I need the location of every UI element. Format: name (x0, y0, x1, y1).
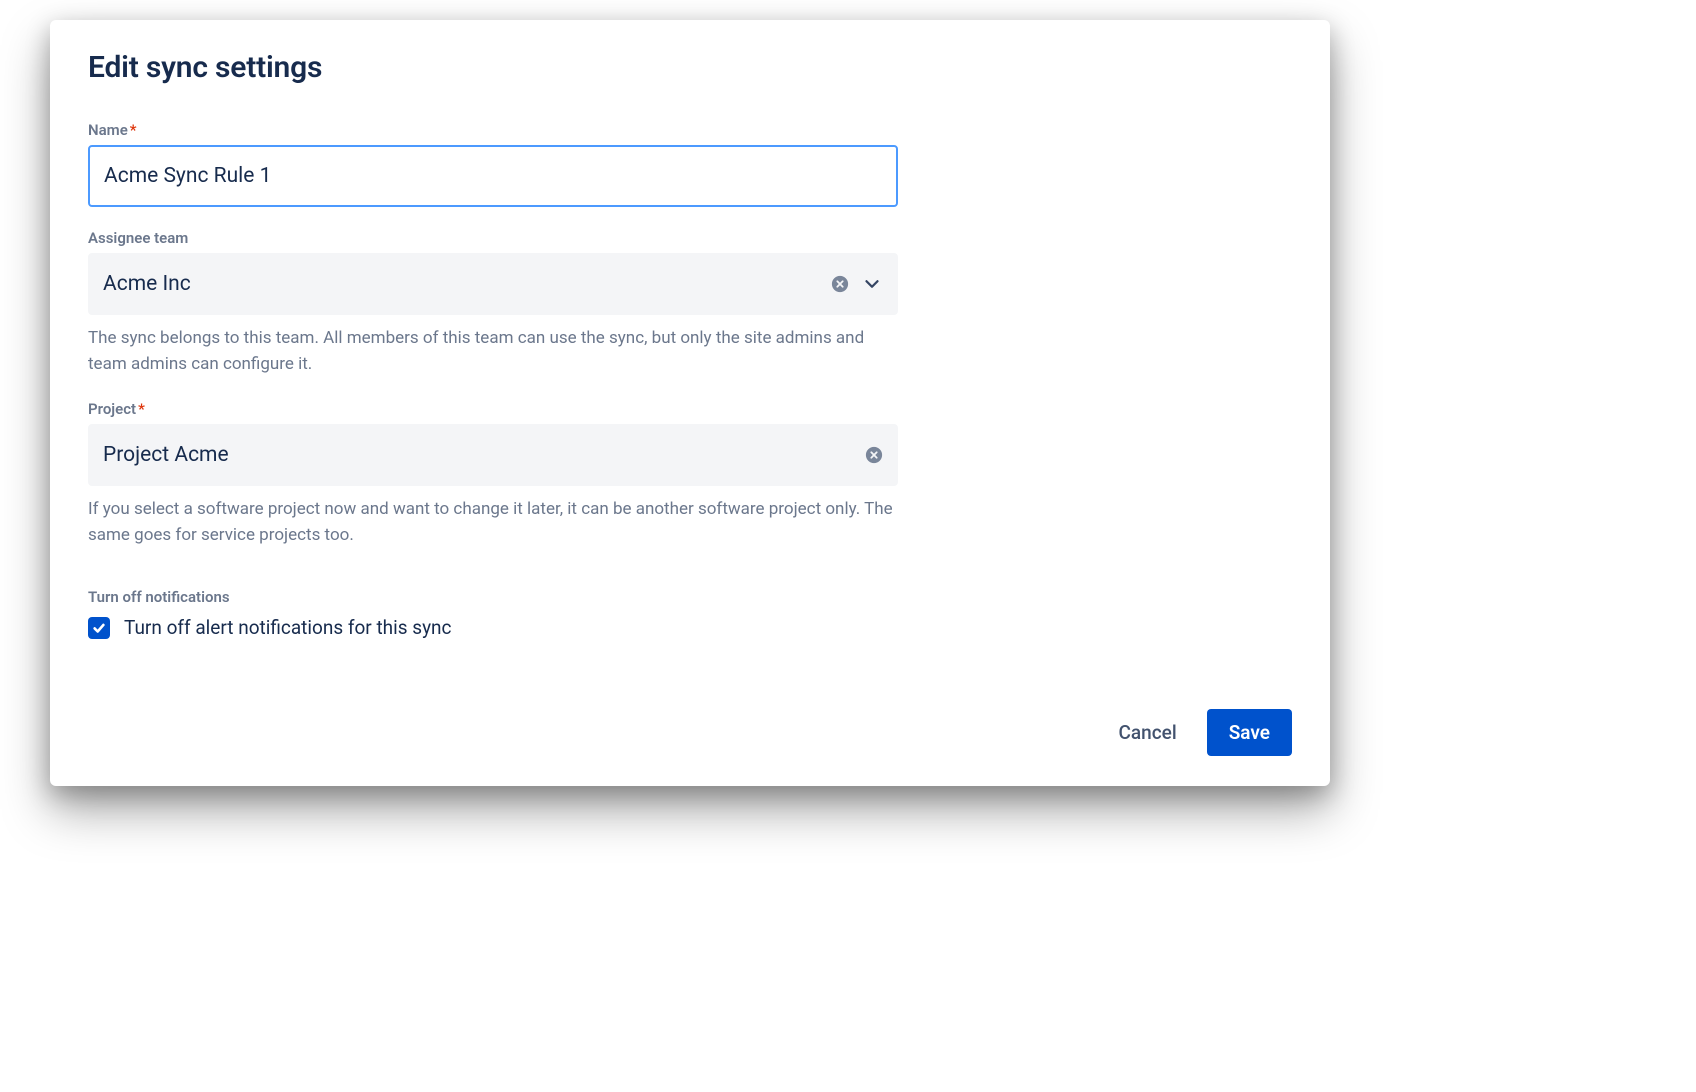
save-button[interactable]: Save (1207, 709, 1292, 756)
notifications-section-label: Turn off notifications (88, 588, 898, 606)
required-marker: * (130, 121, 137, 139)
assignee-select-icons (831, 273, 883, 295)
required-marker: * (138, 400, 145, 418)
assignee-team-value: Acme Inc (103, 272, 831, 296)
name-field: Name* (88, 121, 898, 207)
assignee-team-select[interactable]: Acme Inc (88, 253, 898, 315)
project-label-text: Project (88, 400, 136, 418)
project-field: Project* Project Acme If you select a so… (88, 400, 898, 549)
project-value: Project Acme (103, 443, 865, 467)
cancel-button[interactable]: Cancel (1111, 711, 1185, 754)
notifications-checkbox[interactable] (88, 617, 110, 639)
project-select-icons (865, 446, 883, 464)
check-icon (92, 621, 106, 635)
clear-circle-icon[interactable] (865, 446, 883, 464)
edit-sync-settings-modal: Edit sync settings Name* Assignee team A… (50, 20, 1330, 786)
assignee-team-label: Assignee team (88, 229, 898, 247)
chevron-down-icon[interactable] (861, 273, 883, 295)
assignee-team-field: Assignee team Acme Inc The sync belongs … (88, 229, 898, 378)
project-helper-text: If you select a software project now and… (88, 496, 898, 549)
modal-footer: Cancel Save (88, 709, 1292, 756)
form-area: Name* Assignee team Acme Inc (88, 121, 898, 639)
modal-title: Edit sync settings (88, 50, 1292, 85)
name-label: Name* (88, 121, 898, 139)
assignee-helper-text: The sync belongs to this team. All membe… (88, 325, 898, 378)
project-select[interactable]: Project Acme (88, 424, 898, 486)
notifications-checkbox-label: Turn off alert notifications for this sy… (124, 616, 452, 639)
name-label-text: Name (88, 121, 128, 139)
clear-circle-icon[interactable] (831, 275, 849, 293)
name-input[interactable] (88, 145, 898, 207)
project-label: Project* (88, 400, 898, 418)
notifications-checkbox-row: Turn off alert notifications for this sy… (88, 616, 898, 639)
